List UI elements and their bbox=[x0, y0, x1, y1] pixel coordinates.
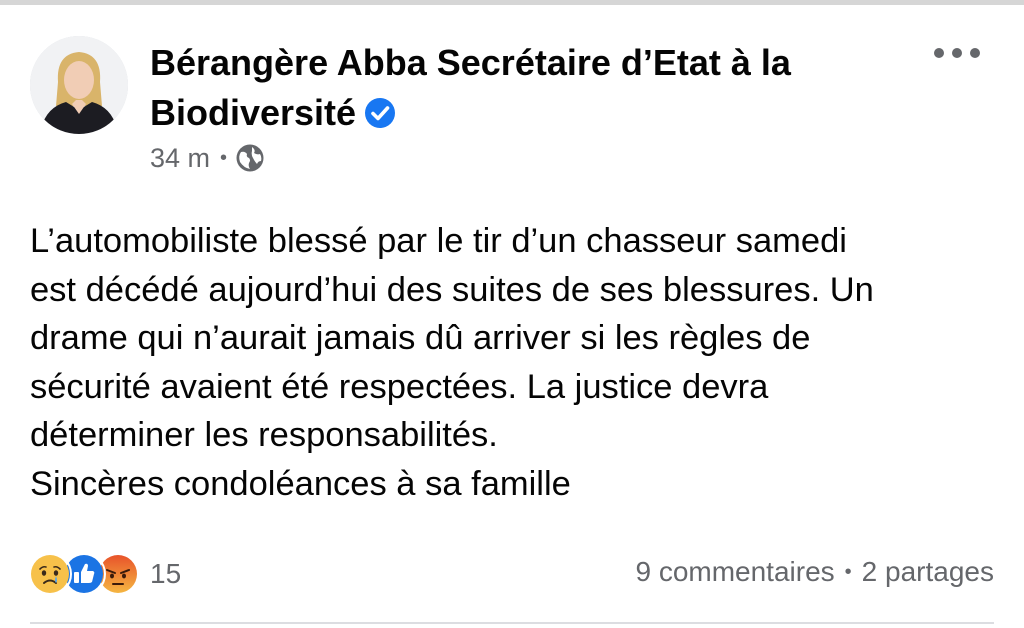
sad-reaction-icon bbox=[28, 552, 72, 596]
stats-separator: • bbox=[844, 560, 852, 583]
more-dot bbox=[970, 48, 980, 58]
message-line: déterminer les responsabilités. bbox=[30, 416, 498, 454]
message-line: sécurité avaient été respectées. La just… bbox=[30, 367, 769, 406]
reaction-count: 15 bbox=[150, 558, 182, 589]
more-dot bbox=[952, 48, 962, 58]
engagement-stats: 9 commentaires • 2 partages bbox=[635, 552, 994, 592]
meta-separator: • bbox=[220, 146, 228, 169]
shares-count-link[interactable]: 2 partages bbox=[862, 556, 994, 588]
author-name[interactable]: Bérangère Abba Secrétaire d’Etat à la Bi… bbox=[150, 38, 890, 138]
message-line: est décédé aujourd’hui des suites de ses… bbox=[30, 270, 874, 309]
message-line: L’automobiliste blessé par le tir d’un c… bbox=[30, 222, 847, 260]
comments-count-link[interactable]: 9 commentaires bbox=[635, 556, 834, 588]
message-line: Sincères condoléances à sa famille bbox=[30, 464, 571, 503]
post-meta: 34 m • bbox=[150, 140, 265, 176]
verified-badge-icon bbox=[365, 98, 396, 128]
more-dot bbox=[934, 48, 944, 58]
globe-icon[interactable] bbox=[235, 143, 265, 173]
reactions-summary[interactable]: 15 bbox=[28, 552, 181, 596]
message-line: drame qui n’aurait jamais dû arriver si … bbox=[30, 319, 811, 357]
post-message: L’automobiliste blessé par le tir d’un c… bbox=[30, 217, 1005, 508]
author-name-text: Bérangère Abba Secrétaire d’Etat à la Bi… bbox=[150, 42, 791, 133]
more-options-button[interactable] bbox=[934, 38, 980, 68]
footer-divider bbox=[30, 622, 994, 624]
author-avatar[interactable] bbox=[30, 36, 128, 134]
facebook-post: Bérangère Abba Secrétaire d’Etat à la Bi… bbox=[0, 0, 1024, 628]
post-timestamp[interactable]: 34 m bbox=[150, 143, 210, 174]
